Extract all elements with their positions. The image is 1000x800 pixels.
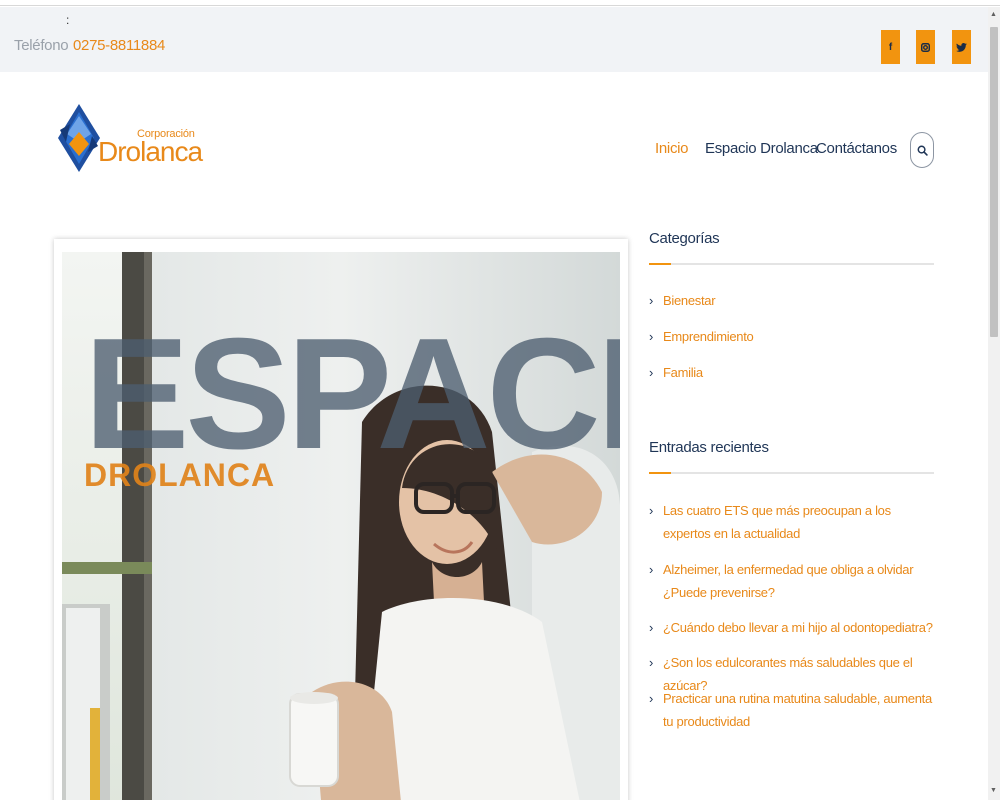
twitter-icon[interactable] (952, 30, 971, 64)
hero-title: ESPACIO (84, 306, 620, 482)
nav-item-contactanos[interactable]: Contáctanos (816, 140, 897, 157)
nav-item-espacio-drolanca[interactable]: Espacio Drolanca (705, 140, 818, 157)
chevron-right-icon: › (649, 365, 654, 380)
site-logo[interactable]: Corporación Drolanca (56, 102, 206, 177)
logo-mark-icon (58, 104, 100, 172)
scroll-down-icon[interactable]: ▼ (990, 787, 997, 794)
phone-number-link[interactable]: 0275-8811884 (73, 37, 165, 54)
nav-item-inicio[interactable]: Inicio (655, 140, 689, 157)
recent-post-item[interactable]: › ¿Cuándo debo llevar a mi hijo al odont… (649, 616, 934, 639)
hero-photo: ESPACIO DROLANCA (62, 252, 620, 800)
chevron-right-icon: › (649, 293, 654, 308)
recent-posts-title-divider (649, 472, 934, 474)
topbar-colon: : (66, 13, 70, 27)
recent-post-item[interactable]: › Las cuatro ETS que más preocupan a los… (649, 499, 934, 545)
chevron-right-icon: › (649, 503, 654, 518)
categories-title-divider (649, 263, 934, 265)
chevron-right-icon: › (649, 655, 654, 670)
hero-subtitle: DROLANCA (84, 457, 275, 493)
logo-brand-name: Drolanca (98, 136, 203, 167)
chevron-right-icon: › (649, 620, 654, 635)
search-button[interactable] (910, 132, 934, 168)
categories-title: Categorías (649, 230, 720, 247)
recent-posts-title: Entradas recientes (649, 439, 769, 456)
chevron-right-icon: › (649, 562, 654, 577)
facebook-icon[interactable]: f (881, 30, 900, 64)
chevron-right-icon: › (649, 691, 654, 706)
top-bar: : Teléfono 0275-8811884 f (0, 7, 988, 72)
phone-label: Teléfono (14, 37, 69, 54)
recent-post-item[interactable]: › Alzheimer, la enfermedad que obliga a … (649, 558, 934, 604)
instagram-icon[interactable] (916, 30, 935, 64)
page-scrollbar[interactable]: ▲ ▼ (988, 7, 1000, 800)
recent-post-item[interactable]: › Practicar una rutina matutina saludabl… (649, 687, 934, 733)
category-item-bienestar[interactable]: › Bienestar (649, 289, 934, 312)
window-top-edge (0, 0, 1000, 6)
category-item-emprendimiento[interactable]: › Emprendimiento (649, 325, 934, 348)
category-item-familia[interactable]: › Familia (649, 361, 934, 384)
featured-post-image[interactable]: ESPACIO DROLANCA (62, 252, 620, 800)
chevron-right-icon: › (649, 329, 654, 344)
scroll-up-icon[interactable]: ▲ (990, 11, 997, 18)
scrollbar-thumb[interactable] (990, 27, 998, 337)
search-icon (917, 145, 928, 156)
